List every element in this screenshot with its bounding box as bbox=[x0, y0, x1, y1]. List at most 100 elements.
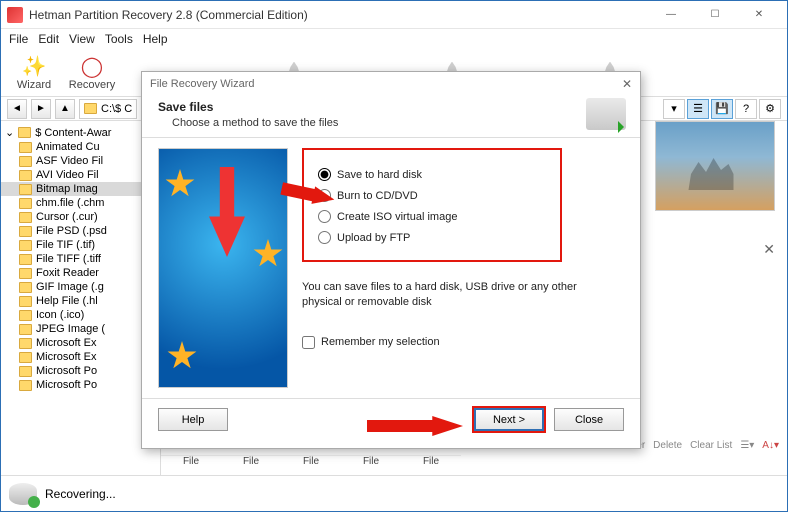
dialog-body: Save to hard disk Burn to CD/DVD Create … bbox=[142, 138, 640, 398]
option-ftp[interactable]: Upload by FTP bbox=[318, 231, 546, 244]
tree-item[interactable]: GIF Image (.g bbox=[1, 280, 160, 294]
tree-root[interactable]: ⌄ $ Content-Awar ⧉ bbox=[1, 125, 160, 140]
tree-item-label: File PSD (.psd bbox=[36, 225, 107, 237]
tree-root-label: $ Content-Awar bbox=[35, 127, 111, 139]
folder-icon bbox=[19, 156, 32, 167]
tree-item[interactable]: chm.file (.chm bbox=[1, 196, 160, 210]
folder-icon bbox=[19, 310, 32, 321]
file-cell[interactable]: File bbox=[281, 455, 341, 475]
tree-item-label: Microsoft Po bbox=[36, 365, 97, 377]
delete-label[interactable]: Delete bbox=[653, 440, 682, 451]
radio-iso[interactable] bbox=[318, 210, 331, 223]
view-icon[interactable]: ☰▾ bbox=[740, 440, 754, 451]
folder-icon bbox=[19, 268, 32, 279]
radio-ftp[interactable] bbox=[318, 231, 331, 244]
nav-back-button[interactable]: ◄ bbox=[7, 99, 27, 119]
tree-item[interactable]: Cursor (.cur) bbox=[1, 210, 160, 224]
file-cell[interactable]: File bbox=[401, 455, 461, 475]
tree-item-label: GIF Image (.g bbox=[36, 281, 104, 293]
maximize-button[interactable]: ☐ bbox=[693, 1, 737, 29]
dialog-header: Save files Choose a method to save the f… bbox=[142, 96, 640, 138]
close-dialog-button[interactable]: Close bbox=[554, 408, 624, 431]
app-icon bbox=[7, 7, 23, 23]
nav-up-button[interactable]: ▲ bbox=[55, 99, 75, 119]
menu-tools[interactable]: Tools bbox=[105, 32, 133, 46]
minimize-button[interactable]: — bbox=[649, 1, 693, 29]
option-hint: You can save files to a hard disk, USB d… bbox=[302, 280, 602, 310]
option-label: Burn to CD/DVD bbox=[337, 190, 418, 202]
sort-icon[interactable]: A↓▾ bbox=[762, 440, 779, 451]
remember-checkbox[interactable]: Remember my selection bbox=[302, 336, 624, 349]
tree-item-label: Cursor (.cur) bbox=[36, 211, 98, 223]
tree-item[interactable]: File PSD (.psd bbox=[1, 224, 160, 238]
tree-item[interactable]: Microsoft Po bbox=[1, 364, 160, 378]
tree-item-label: Animated Cu bbox=[36, 141, 100, 153]
folder-icon bbox=[19, 142, 32, 153]
tree-item[interactable]: JPEG Image ( bbox=[1, 322, 160, 336]
tree-item-label: File TIFF (.tiff bbox=[36, 253, 101, 265]
tree-item[interactable]: Microsoft Ex bbox=[1, 336, 160, 350]
dialog-close-button[interactable]: ✕ bbox=[622, 77, 632, 91]
tree-item[interactable]: ASF Video Fil bbox=[1, 154, 160, 168]
folder-icon bbox=[19, 226, 32, 237]
tree-item-label: Foxit Reader bbox=[36, 267, 99, 279]
path-crumb[interactable]: C:\$ C bbox=[79, 99, 137, 119]
tree-item[interactable]: AVI Video Fil bbox=[1, 168, 160, 182]
folder-tree[interactable]: ⌄ $ Content-Awar ⧉ Animated CuASF Video … bbox=[1, 121, 161, 475]
tree-item[interactable]: Animated Cu bbox=[1, 140, 160, 154]
tree-item-label: File TIF (.tif) bbox=[36, 239, 95, 251]
options-button[interactable]: ⚙ bbox=[759, 99, 781, 119]
remember-label: Remember my selection bbox=[321, 336, 440, 348]
option-iso[interactable]: Create ISO virtual image bbox=[318, 210, 546, 223]
tree-item[interactable]: File TIF (.tif) bbox=[1, 238, 160, 252]
tree-item[interactable]: Help File (.hl bbox=[1, 294, 160, 308]
dropdown-button[interactable]: ▾ bbox=[663, 99, 685, 119]
menu-view[interactable]: View bbox=[69, 32, 95, 46]
folder-icon bbox=[19, 324, 32, 335]
hdd-icon bbox=[586, 98, 626, 130]
folder-icon bbox=[19, 296, 32, 307]
wand-icon: ✨ bbox=[22, 54, 47, 79]
recovery-button[interactable]: ◯ Recovery bbox=[67, 54, 117, 91]
file-cell[interactable]: File bbox=[161, 455, 221, 475]
view-list-button[interactable]: ☰ bbox=[687, 99, 709, 119]
expand-icon[interactable]: ⌄ bbox=[5, 126, 14, 139]
option-hard-disk[interactable]: Save to hard disk bbox=[318, 168, 546, 181]
tree-item-label: Bitmap Imag bbox=[36, 183, 98, 195]
wizard-label: Wizard bbox=[17, 79, 51, 91]
save-options: Save to hard disk Burn to CD/DVD Create … bbox=[302, 148, 624, 388]
down-arrow-icon bbox=[209, 167, 245, 257]
dialog-title: File Recovery Wizard bbox=[150, 78, 255, 90]
dialog-title-bar[interactable]: File Recovery Wizard ✕ bbox=[142, 72, 640, 96]
file-cell[interactable]: File bbox=[341, 455, 401, 475]
tree-item-label: AVI Video Fil bbox=[36, 169, 99, 181]
file-cell[interactable]: File bbox=[221, 455, 281, 475]
tree-item-label: Help File (.hl bbox=[36, 295, 98, 307]
preview-thumbnail[interactable] bbox=[655, 121, 775, 211]
menu-file[interactable]: File bbox=[9, 32, 28, 46]
menu-help[interactable]: Help bbox=[143, 32, 168, 46]
tree-item[interactable]: Bitmap Imag bbox=[1, 182, 160, 196]
clearlist-label[interactable]: Clear List bbox=[690, 440, 732, 451]
file-row: File File File File File bbox=[161, 455, 787, 475]
window-title: Hetman Partition Recovery 2.8 (Commercia… bbox=[29, 8, 649, 22]
help-button[interactable]: Help bbox=[158, 408, 228, 431]
nav-fwd-button[interactable]: ► bbox=[31, 99, 51, 119]
cd-icon bbox=[174, 244, 274, 344]
help-button[interactable]: ? bbox=[735, 99, 757, 119]
tree-item[interactable]: File TIFF (.tiff bbox=[1, 252, 160, 266]
tree-item[interactable]: Microsoft Ex bbox=[1, 350, 160, 364]
wizard-button[interactable]: ✨ Wizard bbox=[9, 54, 59, 91]
tree-item[interactable]: Foxit Reader bbox=[1, 266, 160, 280]
save-button[interactable]: 💾 bbox=[711, 99, 733, 119]
option-cd-dvd[interactable]: Burn to CD/DVD bbox=[318, 189, 546, 202]
tree-item[interactable]: Microsoft Po bbox=[1, 378, 160, 392]
radio-hard-disk[interactable] bbox=[318, 168, 331, 181]
tree-item[interactable]: Icon (.ico) bbox=[1, 308, 160, 322]
close-preview-button[interactable]: ✕ bbox=[763, 241, 775, 258]
next-button[interactable]: Next > bbox=[474, 408, 544, 431]
menu-edit[interactable]: Edit bbox=[38, 32, 59, 46]
remember-input[interactable] bbox=[302, 336, 315, 349]
close-button[interactable]: ✕ bbox=[737, 1, 781, 29]
folder-icon bbox=[19, 198, 32, 209]
